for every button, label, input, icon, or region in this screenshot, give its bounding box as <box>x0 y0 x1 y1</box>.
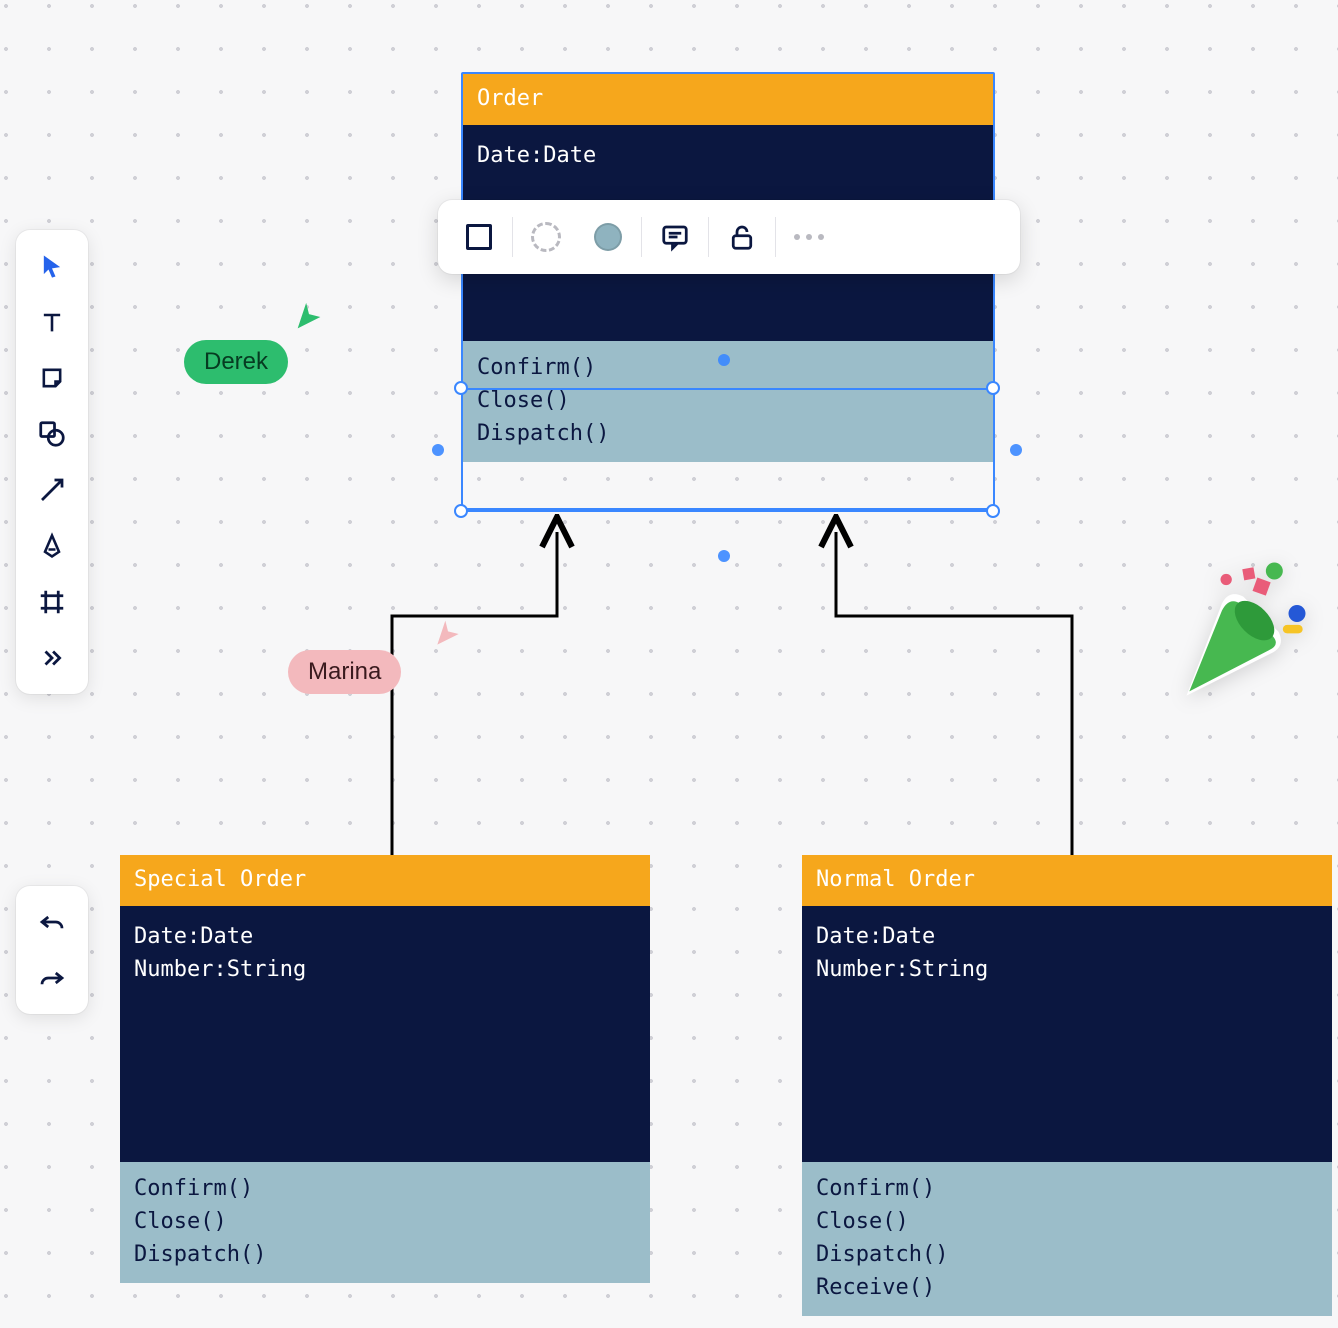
shape-tool[interactable] <box>24 406 80 462</box>
method-row: Confirm() <box>134 1172 636 1205</box>
attr-row: Date:Date <box>816 920 1318 953</box>
card-special-attributes: Date:Date Number:String <box>120 906 650 1162</box>
undo-icon <box>37 907 67 937</box>
canvas[interactable]: Order Date:Date Confirm() Close() Dispat… <box>0 0 1338 1328</box>
attr-row: Date:Date <box>134 920 636 953</box>
redo-button[interactable] <box>24 950 80 1006</box>
comment-icon <box>660 222 690 252</box>
cursor-icon <box>292 300 326 334</box>
card-order-methods: Confirm() Close() Dispatch() <box>463 341 993 462</box>
method-row: Dispatch() <box>816 1238 1318 1271</box>
method-row: Close() <box>134 1205 636 1238</box>
tools-toolbar <box>16 230 88 694</box>
lock-button[interactable] <box>713 208 771 266</box>
method-row: Close() <box>816 1205 1318 1238</box>
redo-icon <box>37 963 67 993</box>
shapes-icon <box>37 419 67 449</box>
border-style-button[interactable] <box>517 208 575 266</box>
pen-tool[interactable] <box>24 518 80 574</box>
party-popper-icon <box>1144 554 1314 724</box>
sticky-note-tool[interactable] <box>24 350 80 406</box>
card-special-methods: Confirm() Close() Dispatch() <box>120 1162 650 1283</box>
dot-icon <box>794 234 800 240</box>
marina-cursor <box>432 618 464 655</box>
card-normal-attributes: Date:Date Number:String <box>802 906 1332 1162</box>
context-toolbar <box>438 200 1020 274</box>
method-row: Receive() <box>816 1271 1318 1304</box>
method-row: Dispatch() <box>134 1238 636 1271</box>
method-row: Dispatch() <box>477 417 979 450</box>
attr-row: Number:String <box>816 953 1318 986</box>
attr-row: Date:Date <box>477 139 979 172</box>
arrow-icon <box>37 475 67 505</box>
method-row: Close() <box>477 384 979 417</box>
dashed-circle-icon <box>531 222 561 252</box>
method-row: Confirm() <box>816 1172 1318 1205</box>
card-order-header: Order <box>463 74 993 125</box>
more-tools[interactable] <box>24 630 80 686</box>
style-no-fill-button[interactable] <box>450 208 508 266</box>
fill-swatch-icon <box>594 223 622 251</box>
frame-tool[interactable] <box>24 574 80 630</box>
sticky-note-icon <box>38 364 66 392</box>
fill-color-button[interactable] <box>579 208 637 266</box>
more-options-button[interactable] <box>780 208 838 266</box>
card-normal-methods: Confirm() Close() Dispatch() Receive() <box>802 1162 1332 1316</box>
chevrons-right-icon <box>39 645 65 671</box>
card-normal-order[interactable]: Normal Order Date:Date Number:String Con… <box>802 855 1332 1316</box>
text-icon <box>38 308 66 336</box>
separator <box>708 217 709 257</box>
card-special-header: Special Order <box>120 855 650 906</box>
connector-tool[interactable] <box>24 462 80 518</box>
card-special-order[interactable]: Special Order Date:Date Number:String Co… <box>120 855 650 1283</box>
card-normal-header: Normal Order <box>802 855 1332 906</box>
undo-redo-toolbar <box>16 886 88 1014</box>
undo-button[interactable] <box>24 894 80 950</box>
derek-cursor <box>292 300 326 339</box>
party-popper-sticker[interactable] <box>1144 554 1314 729</box>
separator <box>641 217 642 257</box>
dot-icon <box>806 234 812 240</box>
cursor-icon <box>432 618 464 650</box>
marina-label: Marina <box>288 650 401 694</box>
separator <box>512 217 513 257</box>
derek-label: Derek <box>184 340 288 384</box>
separator <box>775 217 776 257</box>
unlock-icon <box>727 222 757 252</box>
comment-button[interactable] <box>646 208 704 266</box>
pen-icon <box>38 532 66 560</box>
method-row: Confirm() <box>477 351 979 384</box>
dot-icon <box>818 234 824 240</box>
frame-icon <box>37 587 67 617</box>
attr-row: Number:String <box>134 953 636 986</box>
square-icon <box>466 224 492 250</box>
select-tool[interactable] <box>24 238 80 294</box>
cursor-arrow-icon <box>38 252 66 280</box>
text-tool[interactable] <box>24 294 80 350</box>
